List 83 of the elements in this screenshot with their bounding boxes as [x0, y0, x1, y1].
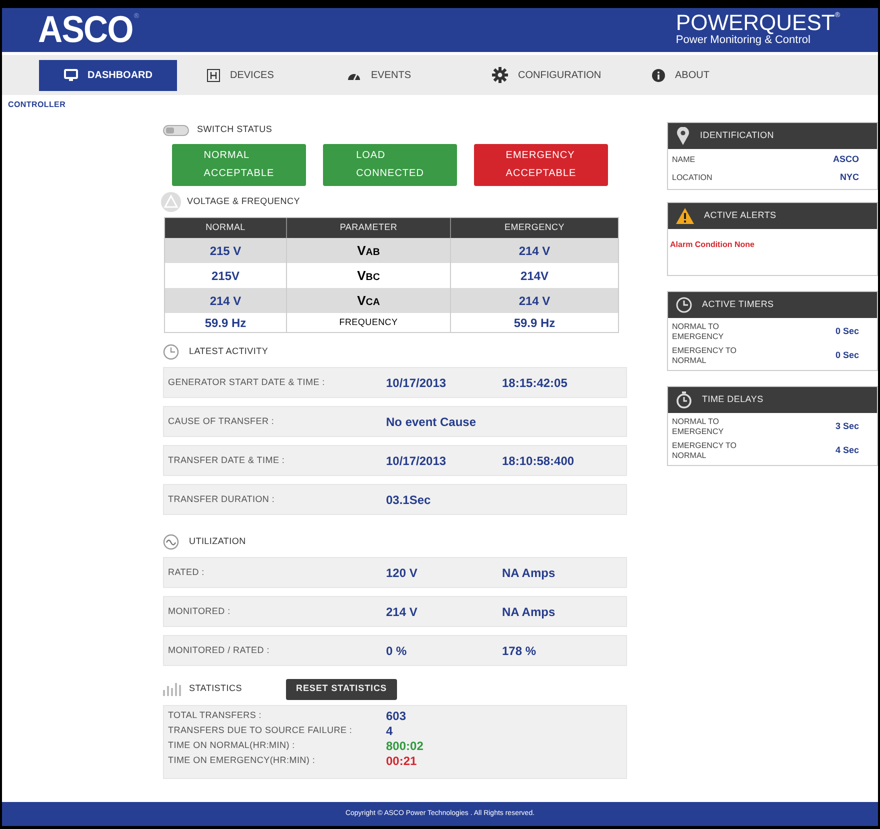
table-cell: V$_{CA}$: [287, 288, 451, 313]
row-label: RATED :: [167, 566, 206, 579]
row-label: TRANSFERS DUE TO SOURCE FAILURE :: [168, 724, 354, 737]
row-value: NA Amps: [502, 604, 556, 620]
panel-title: TIME DELAYS: [702, 393, 764, 406]
row-value: 603: [386, 708, 406, 724]
panel-title: ACTIVE ALERTS: [704, 209, 776, 222]
row-value: NYC: [840, 171, 859, 184]
table-cell: 214 V: [451, 238, 618, 263]
wave-icon: [163, 534, 179, 550]
status-tile: EMERGENCY ACCEPTABLE: [474, 144, 608, 186]
row-value: 4 Sec: [835, 444, 859, 458]
row-label: LOCATION: [672, 173, 714, 183]
row-value: 0 %: [386, 642, 408, 660]
table-cell: V$_{AB}$: [287, 238, 451, 263]
row-value: 178 %: [502, 642, 536, 660]
row-value: ASCO: [832, 153, 859, 166]
row-value: 800:02: [386, 738, 424, 754]
row-label: GENERATOR START DATE & TIME :: [167, 376, 326, 389]
row-value: 3 Sec: [835, 420, 859, 434]
reset-statistics-button[interactable]: RESET STATISTICS: [286, 678, 397, 700]
row-value: 00:21: [386, 752, 417, 770]
status-tile: NORMAL ACCEPTABLE: [172, 144, 306, 186]
tagline: Power Monitoring & Control: [676, 34, 810, 48]
row-value: 214 V: [386, 604, 418, 620]
column-header: PARAMETER: [287, 218, 451, 238]
stopwatch-icon: [676, 391, 692, 409]
row-value: 4: [386, 722, 393, 740]
row-value: No event Cause: [386, 414, 478, 430]
clock-icon: [676, 297, 692, 313]
location-pin-icon: [676, 127, 690, 145]
table-cell: 215 V: [165, 238, 287, 263]
row-label: TIME ON EMERGENCY(HR:MIN) :: [168, 754, 316, 767]
row-label: MONITORED :: [167, 604, 232, 618]
row-value: 18:10:58:400: [502, 452, 574, 470]
row-label: TIME ON NORMAL(HR:MIN) :: [168, 738, 296, 752]
gear-icon: [492, 67, 508, 83]
section-title: STATISTICS: [189, 682, 243, 696]
row-value: 0 Sec: [835, 325, 859, 338]
nav-tab[interactable]: DEVICES: [197, 60, 337, 90]
nav-tab[interactable]: CONFIGURATION: [482, 60, 642, 90]
row-label: MONITORED / RATED :: [167, 644, 270, 657]
monitor-icon: [64, 68, 78, 82]
nav-tab[interactable]: DASHBOARD: [39, 60, 177, 90]
nav-tab[interactable]: EVENTS: [337, 60, 482, 90]
status-tile: LOAD CONNECTED: [323, 144, 457, 186]
device-icon: [207, 68, 220, 82]
info-icon: [652, 68, 665, 82]
bar-chart-icon: [163, 682, 183, 696]
row-value: 18:15:42:05: [502, 374, 568, 392]
breadcrumb: CONTROLLER: [7, 99, 66, 111]
row-label: NORMAL TO EMERGENCY: [672, 417, 725, 437]
section-title: LATEST ACTIVITY: [189, 345, 268, 358]
section-title: VOLTAGE & FREQUENCY: [187, 195, 300, 208]
row-label: EMERGENCY TO NORMAL: [672, 441, 738, 461]
nav-tab[interactable]: ABOUT: [642, 60, 762, 90]
table-cell: 214 V: [165, 288, 287, 313]
row-label: TRANSFER DURATION :: [167, 492, 276, 506]
column-header: NORMAL: [165, 218, 287, 238]
clock-icon: [163, 344, 179, 360]
row-value: 03.1Sec: [386, 492, 432, 508]
panel-title: ACTIVE TIMERS: [702, 298, 774, 312]
toggle-icon: [163, 124, 189, 136]
section-title: UTILIZATION: [189, 535, 246, 548]
row-label: NAME: [672, 155, 696, 165]
row-label: CAUSE OF TRANSFER :: [167, 414, 276, 428]
table-cell: 214 V: [451, 288, 618, 313]
warning-icon: [676, 208, 694, 224]
column-header: EMERGENCY: [451, 218, 618, 238]
row-value: 10/17/2013: [386, 452, 448, 470]
panel-title: IDENTIFICATION: [700, 129, 774, 142]
row-label: EMERGENCY TO NORMAL: [672, 346, 738, 366]
row-value: NA Amps: [502, 564, 556, 582]
row-label: TRANSFER DATE & TIME :: [167, 454, 286, 467]
alert-message: Alarm Condition None: [670, 240, 754, 249]
row-label: TOTAL TRANSFERS :: [168, 708, 263, 722]
row-value: 10/17/2013: [386, 374, 448, 392]
row-value: 0 Sec: [835, 349, 859, 362]
product-name: POWERQUEST: [676, 12, 835, 34]
section-title: SWITCH STATUS: [197, 123, 272, 136]
logo: ASCO: [38, 11, 133, 49]
row-value: 120 V: [386, 564, 418, 582]
row-label: NORMAL TO EMERGENCY: [672, 322, 725, 342]
